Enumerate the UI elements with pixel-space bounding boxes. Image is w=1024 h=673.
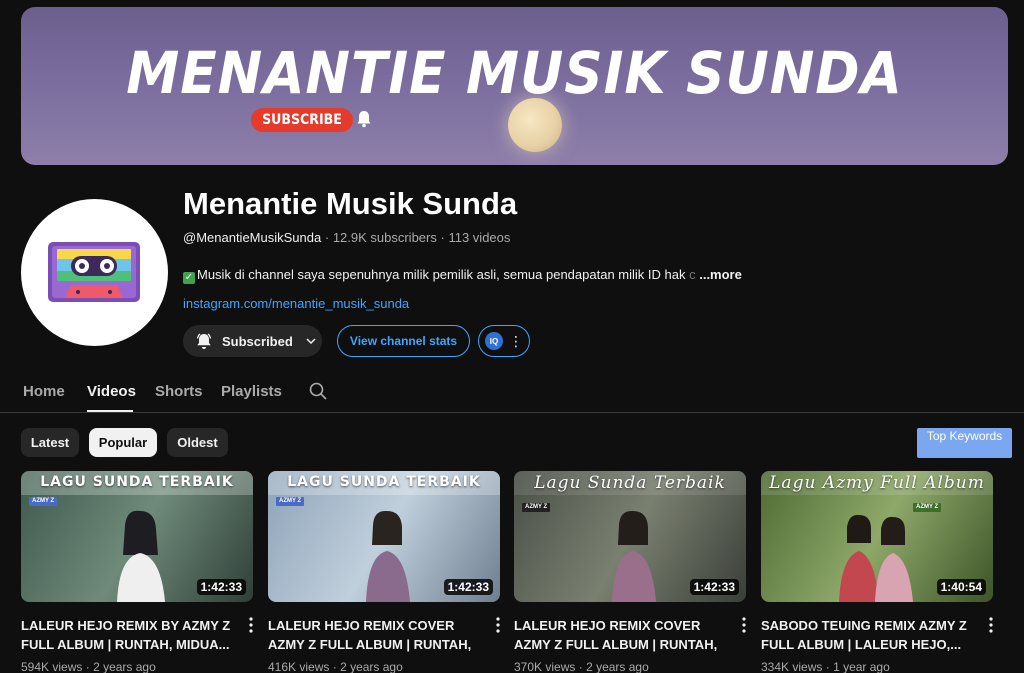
singer-image: [366, 510, 410, 602]
meta-separator: ·: [440, 230, 445, 245]
video-title[interactable]: LALEUR HEJO REMIX COVER AZMY Z FULL ALBU…: [514, 616, 726, 654]
video-meta: 416K views · 2 years ago: [268, 660, 502, 673]
tab-shorts[interactable]: Shorts: [155, 383, 203, 400]
subscriber-count: 12.9K subscribers: [332, 230, 437, 245]
video-duration: 1:40:54: [936, 579, 986, 595]
thumbnail-tag: AZMY Z: [276, 497, 305, 506]
top-keywords-button[interactable]: Top Keywords: [917, 428, 1012, 458]
checkmark-icon: ✓: [183, 272, 195, 284]
thumbnail-tag: AZMY Z: [522, 503, 551, 512]
more-vertical-icon[interactable]: [496, 617, 500, 633]
bell-icon: [357, 111, 371, 128]
video-meta: 594K views · 2 years ago: [21, 660, 255, 673]
channel-description[interactable]: ✓ Musik di channel saya sepenuhnya milik …: [183, 267, 743, 284]
singer-image: [612, 510, 656, 602]
thumbnail-text: LAGU SUNDA TERBAIK: [287, 474, 481, 490]
thumbnail-text: Lagu Sunda Terbaik: [534, 473, 726, 493]
view-count: 416K views: [268, 660, 330, 673]
view-count: 334K views: [761, 660, 823, 673]
channel-handle: @MenantieMusikSunda: [183, 230, 322, 245]
upload-age: 2 years ago: [586, 660, 649, 673]
search-icon[interactable]: [308, 381, 328, 401]
moon-graphic: [508, 98, 562, 152]
filter-popular[interactable]: Popular: [89, 428, 157, 457]
thumbnail-text: LAGU SUNDA TERBAIK: [40, 474, 234, 490]
banner-subscribe-graphic: SUBSCRIBE: [251, 108, 353, 132]
view-count: 594K views: [21, 660, 83, 673]
banner-title: MENANTIE MUSIK SUNDA: [126, 39, 903, 107]
meta-separator: ·: [332, 660, 337, 673]
thumbnail-text: Lagu Azmy Full Album: [769, 473, 985, 493]
video-duration: 1:42:33: [689, 579, 739, 595]
video-card[interactable]: LAGU SUNDA TERBAIK AZMY Z 1:42:33 LALEUR…: [268, 471, 502, 673]
video-meta: 334K views · 1 year ago: [761, 660, 995, 673]
singer-image: [117, 510, 165, 602]
description-fade: c: [685, 267, 696, 282]
tab-videos[interactable]: Videos: [87, 383, 136, 400]
upload-age: 1 year ago: [833, 660, 890, 673]
channel-meta: @MenantieMusikSunda · 12.9K subscribers …: [183, 230, 510, 245]
more-vertical-icon[interactable]: [742, 617, 746, 633]
video-count: 113 videos: [448, 230, 511, 245]
more-vertical-icon[interactable]: [249, 617, 253, 633]
thumbnail-tag: AZMY Z: [29, 497, 58, 506]
video-card[interactable]: LAGU SUNDA TERBAIK AZMY Z 1:42:33 LALEUR…: [21, 471, 255, 673]
subscribed-label: Subscribed: [222, 333, 293, 349]
more-vertical-icon: ⋮: [509, 333, 523, 349]
view-channel-stats-button[interactable]: View channel stats: [337, 325, 470, 357]
cassette-tape-icon: [48, 242, 140, 302]
view-count: 370K views: [514, 660, 576, 673]
meta-separator: ·: [324, 230, 330, 245]
meta-separator: ·: [825, 660, 830, 673]
video-title[interactable]: LALEUR HEJO REMIX BY AZMY Z FULL ALBUM |…: [21, 616, 233, 654]
iq-extension-icon: IQ: [485, 332, 503, 350]
more-vertical-icon[interactable]: [989, 617, 993, 633]
tab-home[interactable]: Home: [23, 383, 65, 400]
video-duration: 1:42:33: [443, 579, 493, 595]
video-thumbnail[interactable]: LAGU SUNDA TERBAIK AZMY Z 1:42:33: [21, 471, 253, 602]
subscribed-button[interactable]: Subscribed: [183, 325, 322, 357]
channel-link[interactable]: instagram.com/menantie_musik_sunda: [183, 296, 409, 311]
video-thumbnail[interactable]: Lagu Sunda Terbaik AZMY Z 1:42:33: [514, 471, 746, 602]
description-text: Musik di channel saya sepenuhnya milik p…: [197, 267, 686, 282]
channel-name: Menantie Musik Sunda: [183, 186, 518, 221]
meta-separator: ·: [578, 660, 583, 673]
filter-latest[interactable]: Latest: [21, 428, 79, 457]
channel-banner: MENANTIE MUSIK SUNDA SUBSCRIBE: [21, 7, 1008, 165]
video-duration: 1:42:33: [196, 579, 246, 595]
extension-button[interactable]: IQ ⋮: [478, 325, 530, 357]
video-title[interactable]: LALEUR HEJO REMIX COVER AZMY Z FULL ALBU…: [268, 616, 480, 654]
chevron-down-icon: [306, 338, 316, 345]
video-meta: 370K views · 2 years ago: [514, 660, 748, 673]
upload-age: 2 years ago: [340, 660, 403, 673]
video-title[interactable]: SABODO TEUING REMIX AZMY Z FULL ALBUM | …: [761, 616, 973, 654]
meta-separator: ·: [85, 660, 90, 673]
video-card[interactable]: Lagu Azmy Full Album AZMY Z 1:40:54 SABO…: [761, 471, 995, 673]
video-thumbnail[interactable]: LAGU SUNDA TERBAIK AZMY Z 1:42:33: [268, 471, 500, 602]
channel-tabs: Home Videos Shorts Playlists: [0, 370, 1024, 413]
upload-age: 2 years ago: [93, 660, 156, 673]
video-thumbnail[interactable]: Lagu Azmy Full Album AZMY Z 1:40:54: [761, 471, 993, 602]
video-card[interactable]: Lagu Sunda Terbaik AZMY Z 1:42:33 LALEUR…: [514, 471, 748, 673]
filter-oldest[interactable]: Oldest: [167, 428, 228, 457]
active-tab-indicator: [87, 410, 133, 412]
channel-avatar[interactable]: [21, 199, 168, 346]
tab-playlists[interactable]: Playlists: [221, 383, 282, 400]
more-link[interactable]: ...more: [699, 267, 742, 282]
bell-icon: [196, 333, 212, 349]
singer-image: [839, 514, 913, 602]
